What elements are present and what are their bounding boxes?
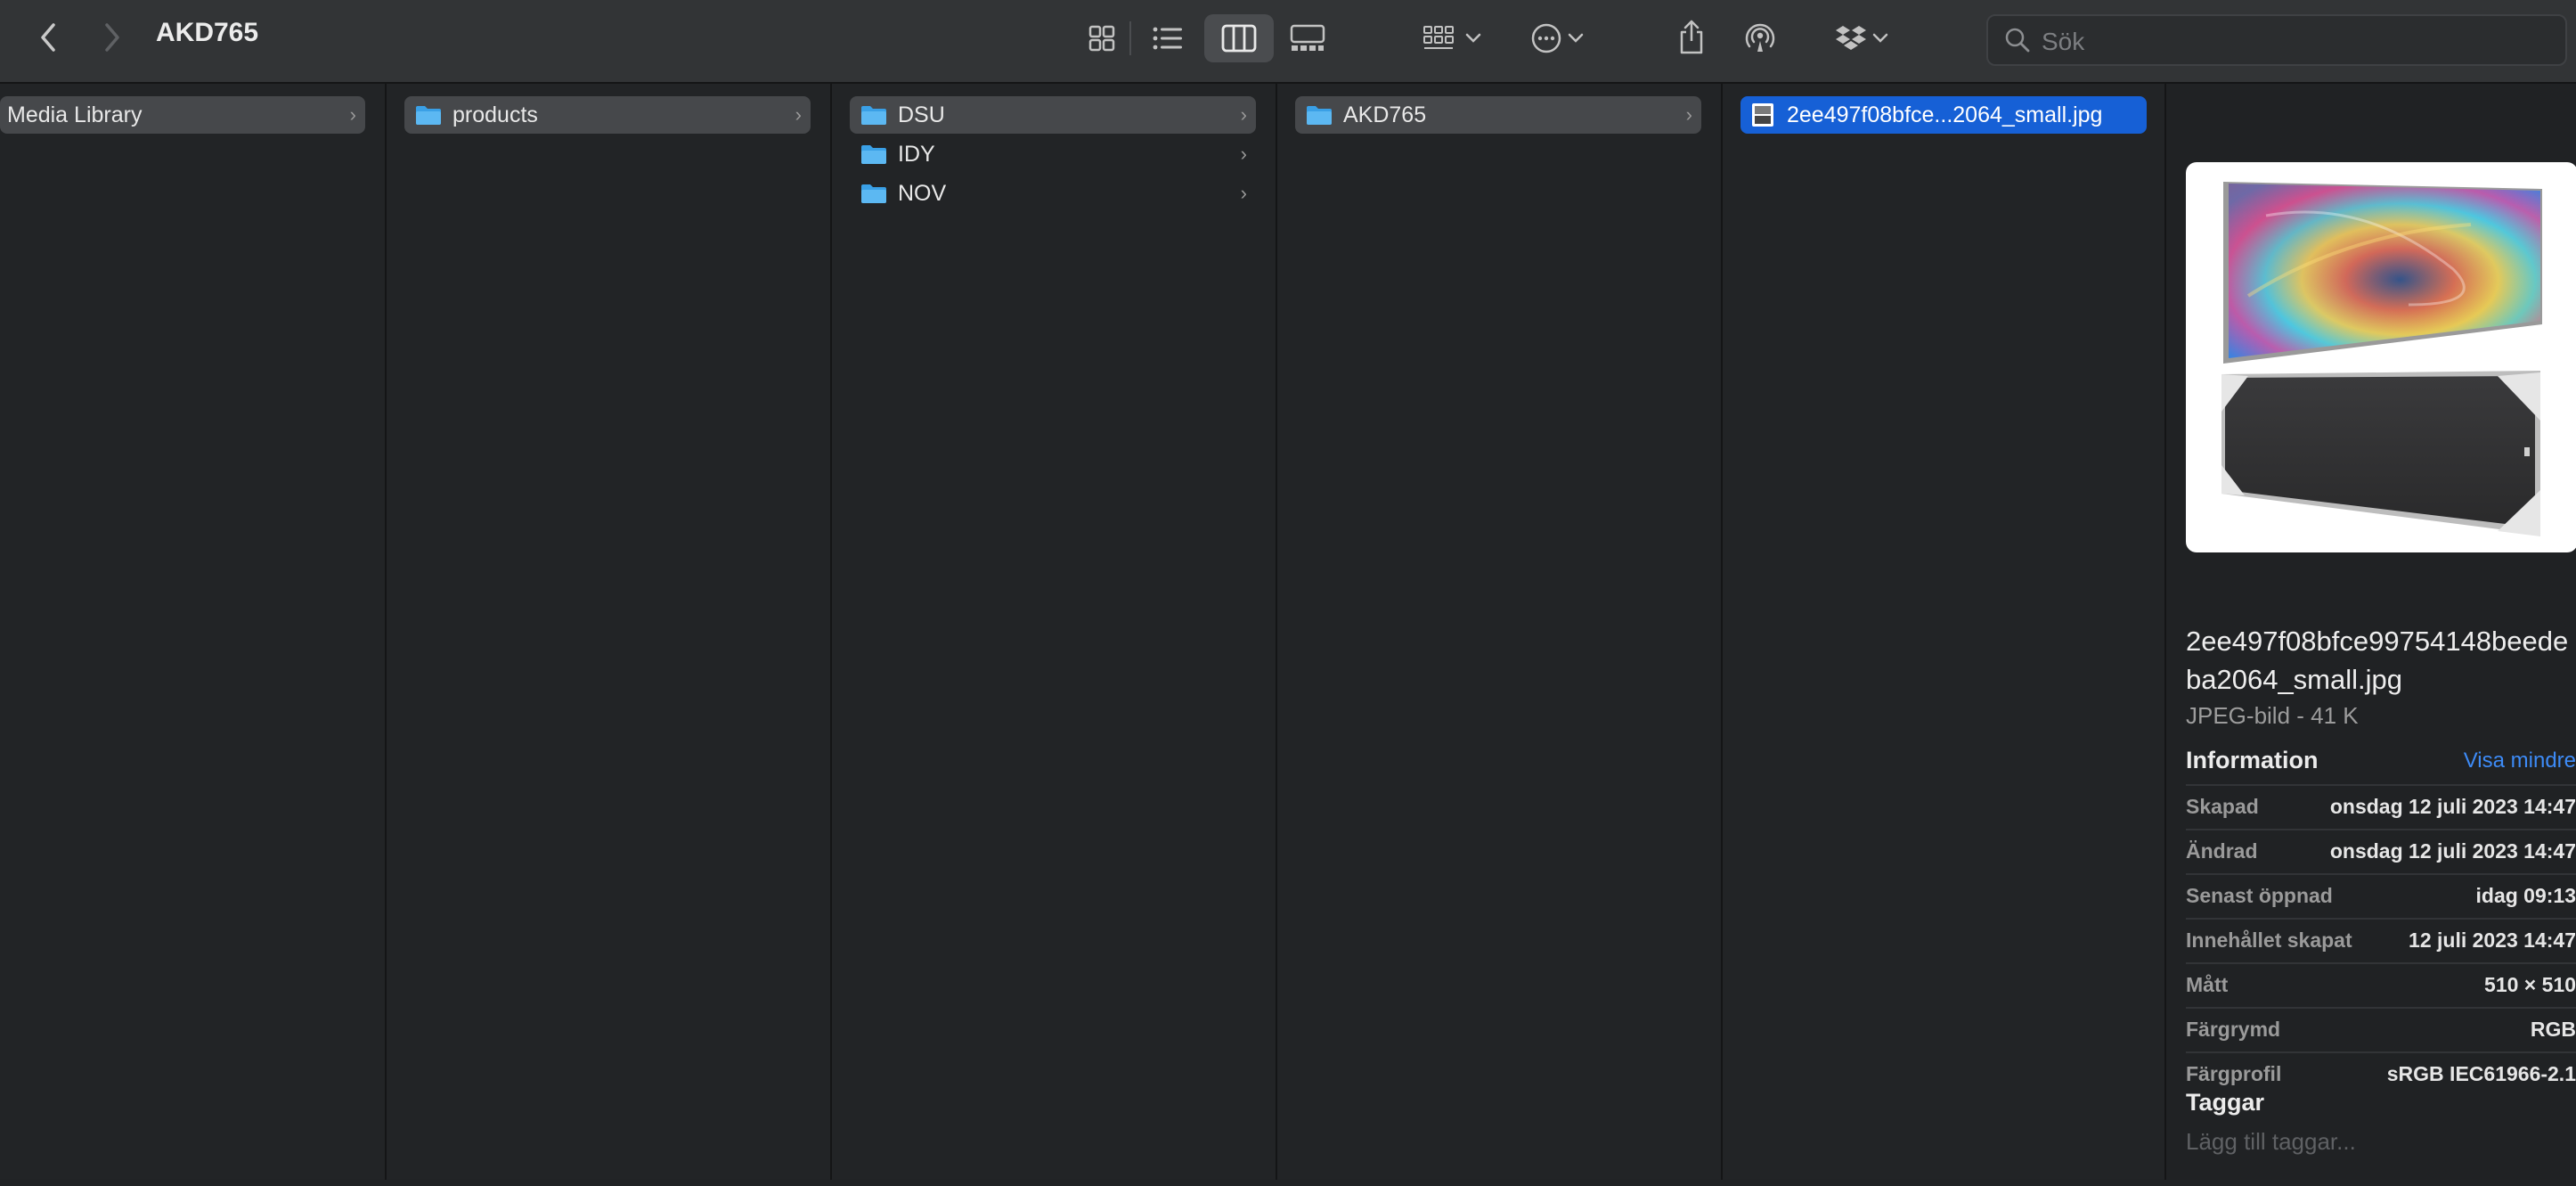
forward-button[interactable] <box>94 20 130 55</box>
column-item-label: AKD765 <box>1343 102 1427 127</box>
image-file-icon <box>1752 103 1773 127</box>
back-button[interactable] <box>30 20 66 55</box>
preview-filename: 2ee497f08bfce99754148beedeba2064_small.j… <box>2186 626 2569 695</box>
group-button[interactable] <box>1416 16 1488 61</box>
info-row: Färgprofil sRGB IEC61966-2.1 <box>2186 1051 2576 1092</box>
column-item-dsu[interactable]: DSU › <box>850 96 1256 134</box>
grid-icon <box>1088 25 1115 52</box>
gallery-icon <box>1290 24 1325 51</box>
column-item-label: products <box>452 102 538 127</box>
info-row: Innehållet skapat 12 juli 2023 14:47 <box>2186 918 2576 959</box>
column-item-idy[interactable]: IDY › <box>850 135 1256 173</box>
browser-column-3[interactable]: DSU › IDY › NOV › <box>832 84 1277 1180</box>
add-tags-field[interactable]: Lägg till taggar... <box>2186 1128 2356 1156</box>
chevron-down-icon <box>1568 33 1584 43</box>
preview-thumbnail <box>2186 162 2576 552</box>
airdrop-icon <box>1745 23 1775 52</box>
chevron-right-icon: › <box>1685 103 1692 126</box>
info-value: 510 × 510 <box>2484 973 2576 996</box>
info-row: Senast öppnad idag 09:13 <box>2186 873 2576 914</box>
chevron-right-icon: › <box>1240 103 1247 126</box>
share-icon <box>1680 20 1703 54</box>
info-value: onsdag 12 juli 2023 14:47 <box>2329 795 2576 818</box>
info-key: Innehållet skapat <box>2186 928 2352 952</box>
column-item-nov[interactable]: NOV › <box>850 175 1256 212</box>
column-item-label: IDY <box>898 141 935 167</box>
info-value: 12 juli 2023 14:47 <box>2409 928 2576 952</box>
chevron-right-icon: › <box>349 103 356 126</box>
list-icon <box>1153 27 1182 50</box>
chevron-down-icon <box>1465 33 1481 43</box>
airdrop-button[interactable] <box>1737 14 1783 61</box>
info-value: onsdag 12 juli 2023 14:47 <box>2329 839 2576 863</box>
column-item-label: Media Library <box>7 102 143 127</box>
search-icon <box>2005 28 2030 53</box>
info-value: RGB <box>2530 1018 2576 1041</box>
browser-column-4[interactable]: AKD765 › <box>1277 84 1723 1180</box>
info-key: Ändrad <box>2186 839 2258 863</box>
info-key: Mått <box>2186 973 2229 996</box>
folder-icon <box>861 145 886 164</box>
column-item-label: NOV <box>898 180 947 206</box>
dropbox-icon <box>1836 26 1866 50</box>
info-value: sRGB IEC61966-2.1 <box>2386 1062 2576 1085</box>
folder-icon <box>416 106 441 125</box>
info-row: Färgrymd RGB <box>2186 1007 2576 1048</box>
info-row: Mått 510 × 510 <box>2186 962 2576 1003</box>
browser-column-2[interactable]: products › <box>387 84 832 1180</box>
information-heading: Information <box>2186 747 2319 773</box>
list-view-button[interactable] <box>1145 16 1190 61</box>
column-item-label: 2ee497f08bfce...2064_small.jpg <box>1787 102 2103 127</box>
info-key: Skapad <box>2186 795 2259 818</box>
toolbar: AKD765 Sök <box>0 0 2576 84</box>
chevron-right-icon: › <box>795 103 802 126</box>
window-title: AKD765 <box>156 18 259 47</box>
folder-icon <box>861 184 886 203</box>
column-item-label: DSU <box>898 102 945 127</box>
show-less-link[interactable]: Visa mindre <box>2464 748 2576 773</box>
info-key: Färgprofil <box>2186 1062 2282 1085</box>
browser-column-5[interactable]: 2ee497f08bfce...2064_small.jpg <box>1723 84 2166 1180</box>
dropbox-button[interactable] <box>1828 16 1895 61</box>
browser-column-1[interactable]: Media Library › <box>0 84 387 1180</box>
search-field[interactable]: Sök <box>1986 14 2567 66</box>
preview-filetype: JPEG-bild - 41 K <box>2186 702 2359 729</box>
info-value: idag 09:13 <box>2475 884 2576 907</box>
folder-icon <box>861 106 886 125</box>
columns-icon <box>1221 24 1257 53</box>
column-item-selected-file[interactable]: 2ee497f08bfce...2064_small.jpg <box>1740 96 2147 134</box>
chevron-right-icon: › <box>1240 143 1247 165</box>
preview-pane: 2ee497f08bfce99754148beedeba2064_small.j… <box>2166 84 2576 1186</box>
chevron-down-icon <box>1872 33 1888 43</box>
column-view-button[interactable] <box>1204 14 1274 62</box>
chevron-left-icon <box>41 23 55 52</box>
toolbar-divider <box>1129 21 1131 55</box>
column-item-products[interactable]: products › <box>404 96 811 134</box>
gallery-view-button[interactable] <box>1283 16 1333 61</box>
column-item-akd765[interactable]: AKD765 › <box>1295 96 1701 134</box>
folder-icon <box>1307 106 1332 125</box>
info-key: Färgrymd <box>2186 1018 2281 1041</box>
tags-heading: Taggar <box>2186 1089 2265 1116</box>
column-item-media-library[interactable]: Media Library › <box>0 96 365 134</box>
action-menu-button[interactable] <box>1523 16 1591 61</box>
info-row: Skapad onsdag 12 juli 2023 14:47 <box>2186 784 2576 825</box>
ellipsis-circle-icon <box>1531 23 1561 53</box>
info-key: Senast öppnad <box>2186 884 2333 907</box>
group-grid-icon <box>1423 26 1454 49</box>
led-panel-image <box>2221 182 2542 536</box>
chevron-right-icon: › <box>1240 182 1247 204</box>
share-button[interactable] <box>1669 12 1714 62</box>
search-placeholder: Sök <box>2042 28 2085 55</box>
info-row: Ändrad onsdag 12 juli 2023 14:47 <box>2186 829 2576 870</box>
chevron-right-icon <box>105 23 119 52</box>
icon-view-button[interactable] <box>1080 16 1124 61</box>
